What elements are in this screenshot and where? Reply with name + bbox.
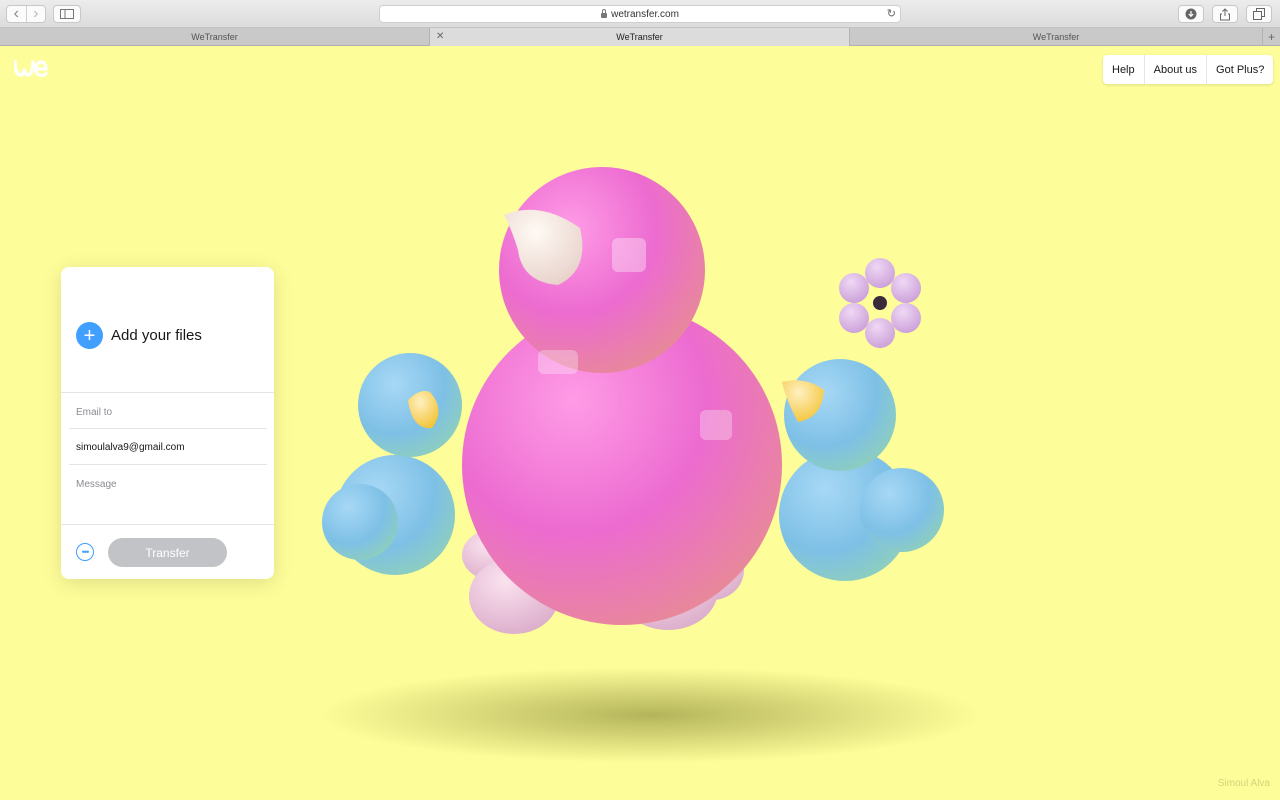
tab-wetransfer-1[interactable]: WeTransfer: [0, 28, 430, 46]
downloads-button[interactable]: [1178, 5, 1204, 23]
got-plus-link[interactable]: Got Plus?: [1206, 55, 1273, 84]
lock-icon: [601, 8, 608, 18]
artist-credit: Simoul Alva: [1217, 778, 1270, 789]
back-button[interactable]: ‹: [7, 6, 26, 22]
share-button[interactable]: [1212, 5, 1238, 23]
plus-icon: +: [76, 322, 103, 349]
message-input[interactable]: [69, 476, 267, 492]
new-tab-button[interactable]: +: [1263, 28, 1280, 45]
sidebar-toggle-button[interactable]: [53, 5, 81, 23]
top-nav: Help About us Got Plus?: [1103, 55, 1274, 84]
your-email-input[interactable]: [69, 439, 267, 455]
add-files-button[interactable]: + Add your files: [76, 322, 202, 349]
help-link[interactable]: Help: [1103, 55, 1144, 84]
balloon-birds-illustration: [320, 167, 980, 763]
add-files-label: Add your files: [111, 327, 202, 344]
upload-panel: + Add your files ••• Transfer: [61, 267, 274, 579]
tab-title: WeTransfer: [1032, 32, 1080, 42]
tab-bar: WeTransfer ✕ WeTransfer WeTransfer +: [0, 28, 1280, 46]
transfer-button[interactable]: Transfer: [108, 538, 227, 567]
wetransfer-logo-icon[interactable]: [14, 58, 48, 78]
tab-wetransfer-3[interactable]: WeTransfer: [850, 28, 1263, 46]
tab-wetransfer-active[interactable]: ✕ WeTransfer: [430, 28, 850, 46]
download-icon: [1185, 8, 1197, 20]
field-divider: [69, 464, 267, 465]
close-tab-icon[interactable]: ✕: [436, 31, 444, 42]
browser-toolbar: ‹ › wetransfer.com ↻: [0, 0, 1280, 28]
address-url: wetransfer.com: [611, 8, 679, 20]
address-bar[interactable]: wetransfer.com ↻: [379, 5, 901, 23]
more-options-icon[interactable]: •••: [76, 543, 94, 561]
divider: [61, 524, 274, 525]
tabs-icon: [1253, 8, 1265, 20]
email-to-input[interactable]: [69, 404, 267, 420]
about-us-link[interactable]: About us: [1143, 55, 1206, 84]
share-icon: [1220, 7, 1230, 20]
forward-button[interactable]: ›: [25, 6, 46, 22]
sidebar-icon: [60, 9, 74, 19]
field-divider: [69, 428, 267, 429]
tab-title: WeTransfer: [191, 32, 238, 42]
tabs-overview-button[interactable]: [1246, 5, 1272, 23]
divider: [61, 392, 274, 393]
tab-title: WeTransfer: [616, 32, 663, 42]
back-forward-group: ‹ ›: [6, 5, 46, 23]
reload-icon[interactable]: ↻: [887, 7, 896, 20]
